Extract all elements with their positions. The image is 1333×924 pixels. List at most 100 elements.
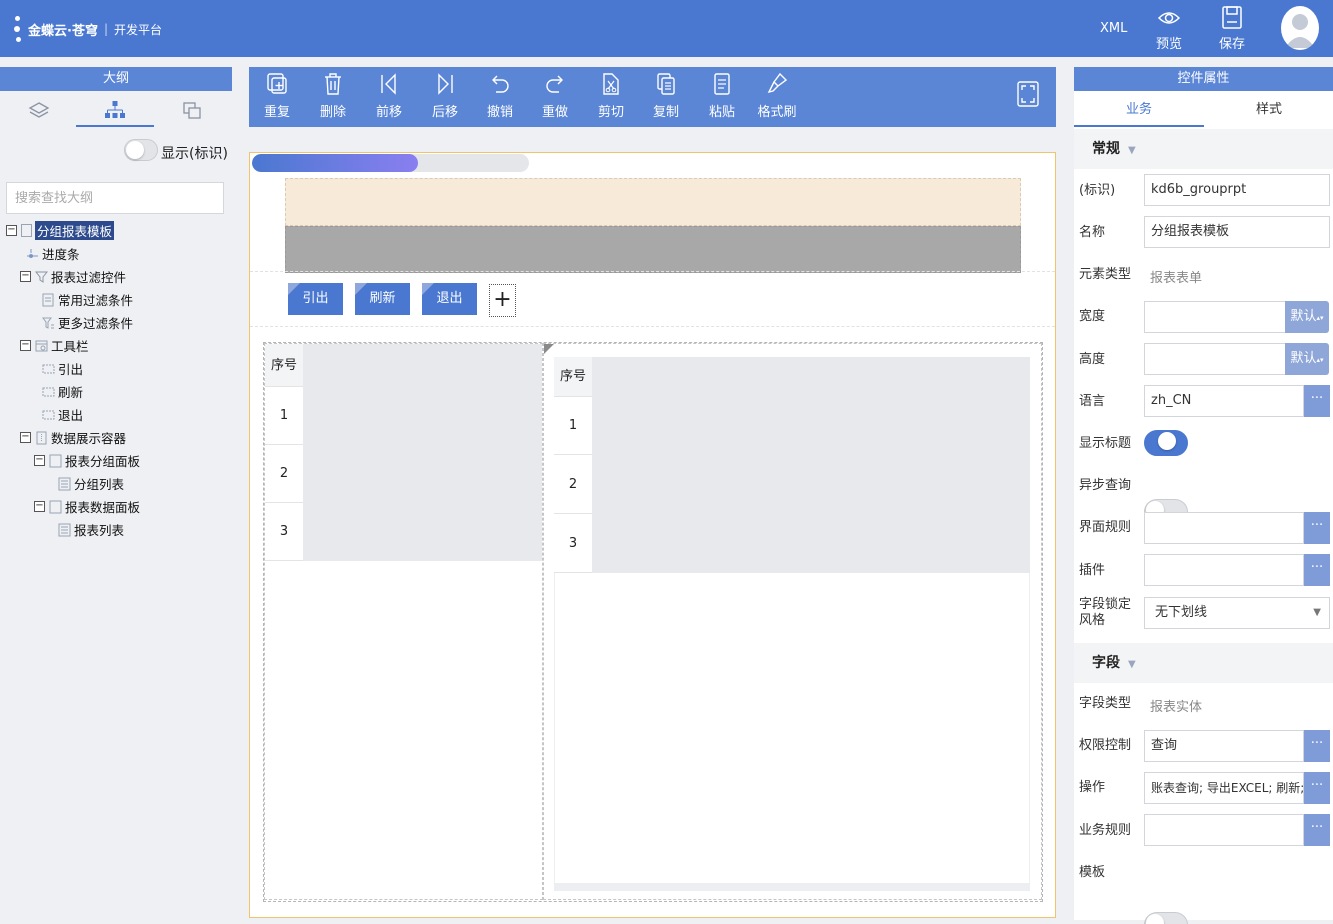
button-icon bbox=[42, 410, 55, 419]
preview-button[interactable]: 预览 bbox=[1149, 6, 1189, 52]
tree-node-label: 报表列表 bbox=[74, 523, 125, 538]
save-button[interactable]: 保存 bbox=[1212, 6, 1252, 52]
language-field[interactable]: zh_CN bbox=[1144, 385, 1304, 417]
duplicate-button[interactable]: 重复 bbox=[251, 71, 303, 120]
cut-button[interactable]: 剪切 bbox=[585, 71, 637, 120]
show-title-toggle[interactable] bbox=[1144, 430, 1188, 456]
plugin-field[interactable] bbox=[1144, 554, 1304, 586]
id-field[interactable]: kd6b_grouprpt bbox=[1144, 174, 1330, 206]
tab-style[interactable]: 样式 bbox=[1204, 95, 1333, 127]
height-label: 高度 bbox=[1079, 352, 1106, 367]
collapse-icon[interactable]: − bbox=[20, 340, 31, 351]
tree-node-data-container[interactable]: − 数据展示容器 bbox=[6, 426, 232, 449]
tree-node-root[interactable]: − 分组报表模板 bbox=[6, 219, 232, 242]
tab-business[interactable]: 业务 bbox=[1074, 95, 1204, 127]
delete-button[interactable]: 删除 bbox=[307, 71, 359, 120]
move-next-button[interactable]: 后移 bbox=[419, 71, 471, 120]
operation-field[interactable]: 账表查询; 导出EXCEL; 刷新; bbox=[1144, 772, 1304, 804]
permission-more-button[interactable]: ··· bbox=[1304, 730, 1330, 762]
grid-row-number: 1 bbox=[554, 397, 592, 455]
tree-node-exit[interactable]: 退出 bbox=[6, 403, 232, 426]
name-field[interactable]: 分组报表模板 bbox=[1144, 216, 1330, 248]
tree-node-label: 刷新 bbox=[58, 385, 84, 400]
height-default-spinner[interactable]: 默认▴▾ bbox=[1285, 343, 1329, 375]
width-default-spinner[interactable]: 默认▴▾ bbox=[1285, 301, 1329, 333]
language-more-button[interactable]: ··· bbox=[1304, 385, 1330, 417]
element-type-label: 元素类型 bbox=[1079, 267, 1132, 282]
dropdown-arrow-icon: ▼ bbox=[1313, 607, 1321, 618]
tree-node-label: 进度条 bbox=[42, 247, 80, 262]
operation-more-button[interactable]: ··· bbox=[1304, 772, 1330, 804]
collapse-icon[interactable]: − bbox=[20, 271, 31, 282]
section-field[interactable]: 字段 ▼ bbox=[1074, 643, 1333, 683]
move-next-label: 后移 bbox=[431, 105, 458, 120]
collapse-icon[interactable]: − bbox=[20, 432, 31, 443]
layers-icon bbox=[28, 102, 50, 118]
filter-more-icon bbox=[42, 317, 54, 329]
button-icon bbox=[42, 364, 55, 373]
template-toggle[interactable] bbox=[1144, 912, 1188, 924]
data-display-container[interactable]: 序号 1 2 3 序号 1 2 3 bbox=[263, 342, 1043, 902]
common-filter-area[interactable] bbox=[285, 178, 1021, 226]
outline-search-input[interactable] bbox=[6, 182, 224, 214]
ui-rule-more-button[interactable]: ··· bbox=[1304, 512, 1330, 544]
tree-node-label: 报表分组面板 bbox=[65, 454, 141, 469]
field-lock-select[interactable]: 无下划线 ▼ bbox=[1144, 597, 1330, 629]
user-avatar[interactable] bbox=[1281, 6, 1319, 50]
grid-header-seq: 序号 bbox=[554, 357, 592, 397]
tree-node-label: 退出 bbox=[58, 408, 84, 423]
xml-button[interactable]: XML bbox=[1100, 21, 1127, 36]
tree-node-more-filter[interactable]: 更多过滤条件 bbox=[6, 311, 232, 334]
tree-node-label: 数据展示容器 bbox=[51, 431, 127, 446]
ui-rule-field[interactable] bbox=[1144, 512, 1304, 544]
operation-label: 操作 bbox=[1079, 780, 1106, 795]
properties-title: 控件属性 bbox=[1074, 67, 1333, 91]
group-list-grid[interactable]: 序号 1 2 3 bbox=[264, 343, 543, 900]
show-id-toggle[interactable] bbox=[124, 139, 158, 161]
format-brush-button[interactable]: 格式刷 bbox=[751, 71, 803, 120]
tree-node-label: 报表过滤控件 bbox=[51, 270, 127, 285]
undo-button[interactable]: 撤销 bbox=[474, 71, 526, 120]
biz-rule-more-button[interactable]: ··· bbox=[1304, 814, 1330, 846]
tree-node-progress[interactable]: 进度条 bbox=[6, 242, 232, 265]
tree-node-group-list[interactable]: 分组列表 bbox=[6, 472, 232, 495]
progress-icon bbox=[27, 248, 38, 258]
move-prev-button[interactable]: 前移 bbox=[363, 71, 415, 120]
export-button[interactable]: 引出 bbox=[288, 283, 343, 315]
collapse-icon[interactable]: − bbox=[34, 455, 45, 466]
tree-node-toolbar[interactable]: − 工具栏 bbox=[6, 334, 232, 357]
width-field[interactable] bbox=[1144, 301, 1286, 333]
add-button[interactable]: + bbox=[489, 284, 516, 317]
tab-copy-view[interactable] bbox=[153, 95, 231, 127]
exit-button[interactable]: 退出 bbox=[422, 283, 477, 315]
tab-layers[interactable] bbox=[0, 95, 78, 127]
tree-node-label: 常用过滤条件 bbox=[58, 293, 134, 308]
redo-label: 重做 bbox=[541, 105, 568, 120]
tree-node-group-panel[interactable]: − 报表分组面板 bbox=[6, 449, 232, 472]
delete-label: 删除 bbox=[319, 105, 346, 120]
collapse-icon[interactable]: − bbox=[34, 501, 45, 512]
height-field[interactable] bbox=[1144, 343, 1286, 375]
tree-node-refresh[interactable]: 刷新 bbox=[6, 380, 232, 403]
tree-node-filter[interactable]: − 报表过滤控件 bbox=[6, 265, 232, 288]
fullscreen-button[interactable] bbox=[1017, 81, 1039, 111]
report-list-grid[interactable]: 序号 1 2 3 bbox=[543, 343, 1042, 900]
plugin-more-button[interactable]: ··· bbox=[1304, 554, 1330, 586]
permission-field[interactable]: 查询 bbox=[1144, 730, 1304, 762]
panel-icon bbox=[49, 454, 62, 467]
tab-tree[interactable] bbox=[76, 95, 154, 127]
progress-bar[interactable] bbox=[252, 154, 529, 172]
section-general[interactable]: 常规 ▼ bbox=[1074, 129, 1333, 169]
tree-node-export[interactable]: 引出 bbox=[6, 357, 232, 380]
tree-node-report-list[interactable]: 报表列表 bbox=[6, 518, 232, 541]
copy-label: 复制 bbox=[652, 105, 679, 120]
redo-button[interactable]: 重做 bbox=[529, 71, 581, 120]
more-filter-area[interactable] bbox=[285, 226, 1021, 273]
paste-button[interactable]: 粘贴 bbox=[696, 71, 748, 120]
tree-node-common-filter[interactable]: 常用过滤条件 bbox=[6, 288, 232, 311]
refresh-button[interactable]: 刷新 bbox=[355, 283, 410, 315]
tree-node-data-panel[interactable]: − 报表数据面板 bbox=[6, 495, 232, 518]
copy-button[interactable]: 复制 bbox=[640, 71, 692, 120]
collapse-icon[interactable]: − bbox=[6, 225, 17, 236]
biz-rule-field[interactable] bbox=[1144, 814, 1304, 846]
